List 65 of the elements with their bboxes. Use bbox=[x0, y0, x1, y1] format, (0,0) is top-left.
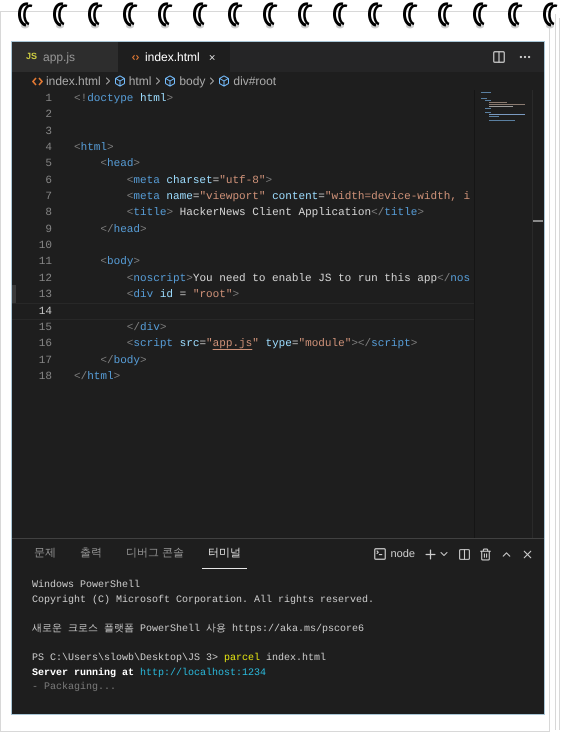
split-terminal-icon[interactable] bbox=[458, 548, 471, 560]
line-number: 18 bbox=[38, 370, 52, 385]
code-line: </div> bbox=[126, 320, 166, 336]
editor-tab[interactable]: JS app.js bbox=[12, 42, 118, 72]
terminal-line: Server running at http://localhost:1234 bbox=[32, 666, 266, 681]
panel-tab[interactable]: 디버그 콘솔 bbox=[120, 539, 190, 569]
line-number: 10 bbox=[38, 239, 52, 254]
line-number: 8 bbox=[44, 206, 52, 222]
add-terminal-icon[interactable] bbox=[423, 546, 438, 562]
tab-label: index.html bbox=[145, 49, 200, 66]
code-line: <script src="app.js" type="module"></script> bbox=[126, 337, 418, 352]
panel-tab[interactable]: 출력 bbox=[74, 539, 108, 569]
line-number: 4 bbox=[44, 141, 52, 156]
line-number: 12 bbox=[38, 272, 52, 287]
panel-tab[interactable]: 터미널 bbox=[202, 539, 248, 569]
panel-tab[interactable]: 문제 bbox=[28, 539, 62, 569]
code-line: <title> HackerNews Client Application</title> bbox=[126, 206, 424, 222]
line-number: 3 bbox=[44, 124, 52, 140]
scrollbar-marker bbox=[533, 220, 543, 222]
breadcrumb-item[interactable]: body bbox=[179, 72, 206, 90]
line-number: 9 bbox=[44, 222, 52, 238]
line-number: 1 bbox=[44, 92, 52, 107]
js-file-icon: JS bbox=[26, 50, 38, 64]
line-number: 7 bbox=[44, 190, 52, 206]
code-line: <!doctype html> bbox=[74, 92, 174, 107]
breadcrumb-item[interactable]: index.html bbox=[46, 72, 101, 90]
line-number: 11 bbox=[38, 255, 52, 270]
code-line: <meta name="viewport" content="width=device-width, i bbox=[126, 190, 470, 206]
terminal-line: PS C:\Users\slowb\Desktop\JS 3> parcel index.html bbox=[32, 652, 326, 666]
breadcrumb-item[interactable]: html bbox=[128, 72, 152, 90]
code-line: <noscript>You need to enable JS to run this app</nos bbox=[126, 272, 470, 287]
line-number: 14 bbox=[38, 305, 52, 319]
cube-icon bbox=[218, 75, 230, 87]
cube-icon bbox=[164, 75, 176, 87]
line-number: 15 bbox=[38, 320, 52, 336]
code-line: <meta charset="utf-8"> bbox=[126, 174, 272, 189]
line-number: 6 bbox=[44, 174, 52, 189]
trash-icon[interactable] bbox=[479, 548, 492, 560]
minimap-code-drawing bbox=[481, 92, 525, 122]
line-number: 5 bbox=[44, 157, 52, 172]
breadcrumb-item[interactable]: div#root bbox=[233, 72, 276, 90]
code-line: </head> bbox=[99, 222, 147, 238]
terminal-line: Copyright (C) Microsoft Corporation. All rights reserved. bbox=[32, 594, 374, 608]
terminal-icon[interactable] bbox=[372, 547, 387, 561]
tab-label: app.js bbox=[43, 49, 76, 66]
terminal-line: - Packaging... bbox=[32, 681, 116, 696]
line-number: 13 bbox=[38, 288, 52, 304]
split-editor-icon[interactable] bbox=[492, 50, 506, 64]
cube-icon bbox=[114, 75, 126, 87]
code-line: <div id = "root"> bbox=[126, 288, 240, 304]
code-line: <html> bbox=[74, 141, 114, 156]
line-number: 16 bbox=[38, 337, 52, 352]
code-line: </html> bbox=[74, 370, 120, 385]
code-line: <head> bbox=[99, 157, 140, 172]
terminal-line: Windows PowerShell bbox=[32, 579, 140, 593]
editor-tab[interactable]: index.html bbox=[118, 42, 230, 72]
code-line: </body> bbox=[99, 354, 147, 368]
line-number: 2 bbox=[44, 108, 52, 124]
code-line: <body> bbox=[99, 255, 140, 270]
code-brackets-icon bbox=[32, 76, 43, 86]
code-brackets-icon bbox=[132, 52, 140, 62]
terminal-name[interactable]: node bbox=[390, 546, 415, 562]
terminal-line: 새로운 크로스 플랫폼 PowerShell 사용 https://aka.ms/pscore6 bbox=[32, 622, 364, 637]
line-number: 17 bbox=[38, 354, 52, 368]
close-icon[interactable] bbox=[521, 548, 534, 560]
